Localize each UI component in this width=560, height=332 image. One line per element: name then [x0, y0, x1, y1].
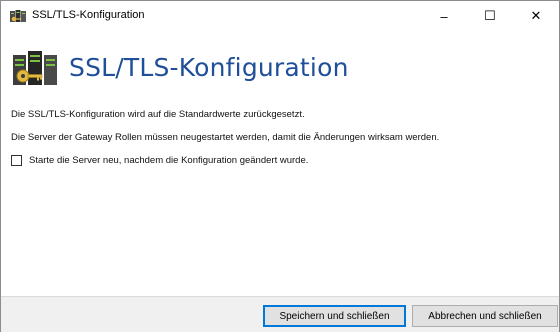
servers-icon	[10, 10, 26, 22]
save-and-close-button[interactable]: Speichern und schließen	[263, 305, 406, 327]
close-button[interactable]: ✕	[513, 1, 559, 31]
dialog-window: SSL/TLS-Konfiguration – ☐ ✕ SSL/TLS-Konf…	[0, 0, 560, 332]
window-title: SSL/TLS-Konfiguration	[32, 9, 145, 21]
restart-servers-label[interactable]: Starte die Server neu, nachdem die Konfi…	[29, 155, 308, 166]
close-icon: ✕	[530, 8, 542, 23]
title-bar[interactable]: SSL/TLS-Konfiguration – ☐ ✕	[1, 1, 559, 31]
page-title: SSL/TLS-Konfiguration	[69, 53, 349, 82]
maximize-button[interactable]: ☐	[467, 1, 513, 31]
maximize-icon: ☐	[484, 8, 496, 23]
dialog-header: SSL/TLS-Konfiguration	[1, 41, 559, 93]
info-text-restart: Die Server der Gateway Rollen müssen neu…	[11, 132, 440, 143]
dialog-footer: Speichern und schließen Abbrechen und sc…	[1, 296, 559, 332]
restart-servers-checkbox[interactable]	[11, 154, 22, 166]
minimize-icon: –	[440, 8, 448, 24]
servers-with-key-icon	[13, 51, 57, 85]
cancel-and-close-button[interactable]: Abbrechen und schließen	[412, 305, 558, 327]
minimize-button[interactable]: –	[421, 1, 467, 31]
info-text-reset: Die SSL/TLS-Konfiguration wird auf die S…	[11, 109, 305, 120]
restart-servers-option[interactable]: Starte die Server neu, nachdem die Konfi…	[11, 153, 308, 167]
